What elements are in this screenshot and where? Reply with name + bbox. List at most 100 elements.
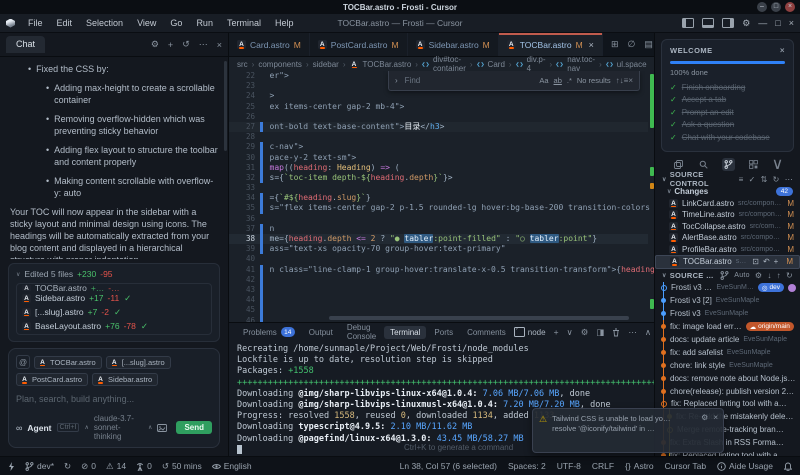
scm-file-row[interactable]: ProfileBar.astrosrc/compone…M [655, 244, 800, 256]
errors-status[interactable]: ⊘0 [81, 461, 96, 472]
push-icon[interactable]: ↑ [777, 271, 781, 280]
terminal-dropdown-icon[interactable]: ∨ [567, 327, 573, 338]
menu-view[interactable]: View [131, 16, 162, 30]
horizontal-scrollbar[interactable] [329, 316, 629, 320]
breadcrumb-file[interactable]: TOCBar.astro [363, 60, 412, 69]
view-as-list-icon[interactable]: ≡ [739, 175, 744, 184]
chat-input[interactable] [16, 394, 212, 404]
gear-icon[interactable]: ⚙ [755, 271, 762, 280]
remote-icon[interactable] [8, 462, 15, 471]
agent-mode-selector[interactable]: Agent [27, 423, 51, 433]
commit-row[interactable]: chore: link styleEveSunMaple [657, 359, 800, 372]
close-icon[interactable]: × [780, 46, 785, 55]
language-mode-status[interactable]: {}Astro [625, 461, 654, 471]
tab-sidebar.astro[interactable]: Sidebar.astroM [408, 33, 499, 56]
edited-file-row[interactable]: BaseLayout.astro+76-78✓ [22, 319, 206, 333]
discard-changes-icon[interactable]: ↶ [763, 257, 770, 266]
indentation-status[interactable]: Spaces: 2 [508, 461, 546, 471]
menu-go[interactable]: Go [164, 16, 188, 30]
cursor-position-status[interactable]: Ln 38, Col 57 (6 selected) [400, 461, 497, 471]
scm-file-row[interactable]: TOCBar.astrosrc/…⊡↶+M [655, 255, 800, 269]
more-icon[interactable]: ⋯ [628, 327, 637, 338]
restore-icon[interactable]: □ [771, 2, 781, 12]
edited-file-row[interactable]: [...slug].astro+7-2✓ [22, 305, 206, 319]
tab-postcard.astro[interactable]: PostCard.astroM [310, 33, 408, 56]
toggle-secondary-sidebar-icon[interactable] [722, 18, 734, 28]
code-editor[interactable]: 22er">2324>25ex items-center gap-2 mb-4"… [229, 71, 654, 322]
chevron-down-icon[interactable]: ∨ [772, 154, 784, 174]
add-context-button[interactable]: @ [16, 355, 30, 369]
close-icon[interactable]: × [628, 76, 633, 85]
send-button[interactable]: Send [176, 421, 212, 434]
open-file-icon[interactable]: ⊡ [752, 257, 759, 266]
refresh-icon[interactable]: ↻ [786, 271, 793, 280]
scm-header[interactable]: ∨ SOURCE CONTROL ≡✓⇅↻⋯ [655, 173, 800, 186]
close-icon[interactable]: × [789, 19, 794, 28]
notification-toast[interactable]: ⚠ Tailwind CSS is unable to load yo… res… [532, 408, 724, 453]
scm-graph-header[interactable]: ∨ SOURCE … Auto⚙↓↑↻ [655, 269, 800, 282]
menu-run[interactable]: Run [190, 16, 219, 30]
toggle-panel-icon[interactable] [702, 18, 714, 28]
commit-row[interactable]: fix: add safelistEveSunMaple [657, 346, 800, 359]
edited-file-row[interactable]: TOCBar.astro+…-… [22, 285, 206, 291]
commit-row[interactable]: docs: remove note about Node.js… [657, 372, 800, 385]
search-icon[interactable] [697, 158, 710, 171]
match-case-icon[interactable]: Aa [539, 76, 548, 85]
close-icon[interactable]: × [785, 2, 795, 12]
stage-changes-icon[interactable]: + [774, 257, 779, 266]
timer-status[interactable]: ↺50 mins [162, 461, 202, 472]
breadcrumb-item[interactable]: components [258, 60, 302, 69]
panel-tab-output[interactable]: Output [303, 326, 339, 339]
extensions-icon[interactable] [747, 158, 760, 171]
find-input[interactable] [403, 75, 535, 86]
close-icon[interactable]: × [713, 413, 718, 422]
tab-card.astro[interactable]: Card.astroM [229, 33, 310, 56]
panel-tab-terminal[interactable]: Terminal [384, 326, 426, 339]
scm-file-row[interactable]: TocCollapse.astrosrc/compo…M [655, 221, 800, 233]
more-icon[interactable]: ⋯ [199, 39, 208, 50]
aide-usage-status[interactable]: Aide Usage [717, 461, 773, 471]
eol-status[interactable]: CRLF [592, 461, 614, 471]
menu-selection[interactable]: Selection [80, 16, 129, 30]
panel-tab-problems[interactable]: Problems14 [237, 325, 301, 339]
commit-row[interactable]: Frosti v3 [3]EveSunM…◎dev [657, 282, 800, 295]
regex-icon[interactable]: .* [567, 76, 572, 85]
maximize-panel-icon[interactable]: ∧ [645, 327, 651, 338]
scm-file-row[interactable]: TimeLine.astrosrc/componen…M [655, 209, 800, 221]
run-snippet-icon[interactable]: ▤ [644, 39, 653, 50]
open-changes-icon[interactable]: ⊞ [611, 39, 619, 50]
breadcrumb-item[interactable]: src [237, 60, 248, 69]
kill-terminal-icon[interactable] [612, 328, 620, 337]
model-selector[interactable]: claude-3.7-sonnet-thinking [94, 414, 143, 441]
breadcrumb-item[interactable]: sidebar [313, 60, 339, 69]
commit-row[interactable]: chore(release): publish version 2.… [657, 385, 800, 398]
warnings-status[interactable]: ⚠14 [106, 461, 126, 472]
context-pill[interactable]: PostCard.astro [16, 373, 88, 386]
toggle-replace-icon[interactable]: › [395, 76, 398, 85]
cursor-tab-status[interactable]: Cursor Tab [665, 461, 706, 471]
gear-icon[interactable]: ⚙ [151, 39, 159, 50]
encoding-status[interactable]: UTF-8 [557, 461, 581, 471]
toggle-sidebar-icon[interactable] [682, 18, 694, 28]
context-pill[interactable]: [...slug].astro [106, 356, 171, 369]
refresh-icon[interactable]: ↻ [773, 175, 780, 184]
breadcrumb-element[interactable]: ul.space [617, 60, 647, 69]
minimize-icon[interactable]: – [757, 2, 767, 12]
commit-row[interactable]: Frosti v3 [2]EveSunMaple [657, 294, 800, 307]
edited-files-header[interactable]: ∨ Edited 5 files +230 -95 [16, 269, 212, 279]
restore-icon[interactable]: □ [775, 19, 780, 28]
ports-status[interactable]: 0 [136, 461, 152, 471]
attach-image-icon[interactable] [157, 424, 167, 432]
minimize-icon[interactable]: — [758, 19, 767, 28]
sync-icon[interactable]: ↻ [64, 461, 71, 472]
new-terminal-icon[interactable]: + [554, 327, 559, 337]
close-icon[interactable]: × [589, 40, 594, 50]
git-branch-status[interactable]: dev* [25, 461, 54, 471]
source-control-icon[interactable] [722, 158, 735, 171]
commit-row[interactable]: fix: image load err…☁origin/main [657, 320, 800, 333]
panel-tab-ports[interactable]: Ports [428, 326, 459, 339]
notifications-icon[interactable] [784, 462, 792, 471]
panel-tab-debug-console[interactable]: Debug Console [341, 321, 382, 343]
tab-chat[interactable]: Chat [6, 36, 45, 53]
customize-layout-icon[interactable]: ⚙ [742, 19, 750, 28]
